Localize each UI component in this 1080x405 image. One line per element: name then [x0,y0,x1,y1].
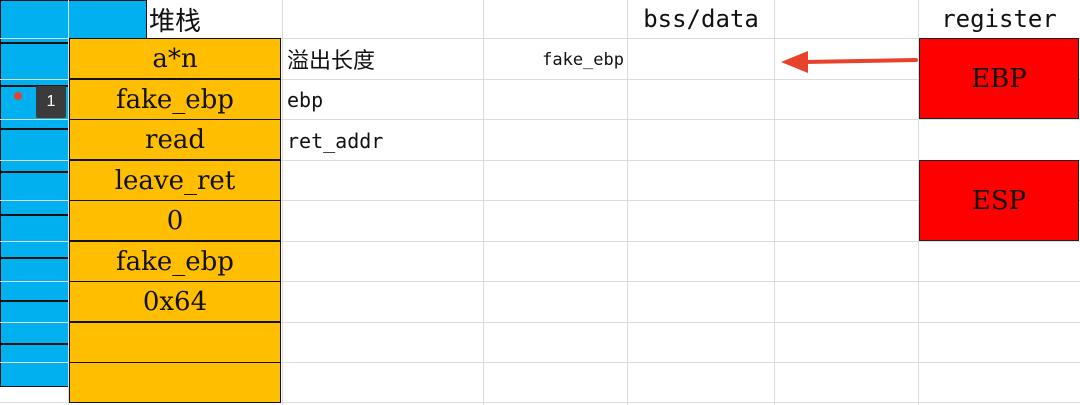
spreadsheet-grid[interactable]: 堆栈 bss/data register a*n fake_ebp read l… [0,0,1080,405]
register-ebp[interactable]: EBP [919,38,1079,119]
stack-cell-fake-ebp[interactable]: fake_ebp [69,79,281,120]
grid-line [483,0,484,405]
note-ebp[interactable]: ebp [287,80,323,120]
stack-cell-zero[interactable]: 0 [69,200,281,241]
note-ret-addr[interactable]: ret_addr [287,121,383,161]
bss-fake-ebp-label[interactable]: fake_ebp [486,40,624,80]
stack-cell-empty[interactable] [69,322,281,363]
stack-header[interactable]: 堆栈 [69,0,281,38]
stack-cell-empty[interactable] [69,362,281,403]
comment-badge[interactable]: 1 [36,86,66,118]
stack-cell-0x64[interactable]: 0x64 [69,281,281,322]
grid-line [282,0,283,405]
register-header[interactable]: register [919,0,1079,38]
comment-indicator-dot [14,92,22,100]
bss-data-header[interactable]: bss/data [628,0,774,38]
stack-cell-leave-ret[interactable]: leave_ret [69,160,281,201]
register-esp[interactable]: ESP [919,160,1079,241]
grid-line [774,0,775,405]
note-overflow-length[interactable]: 溢出长度 [287,39,375,79]
stack-cell-fake-ebp-2[interactable]: fake_ebp [69,241,281,282]
grid-line [627,0,628,405]
stack-cell-read[interactable]: read [69,119,281,160]
stack-cell-a-n[interactable]: a*n [69,38,281,79]
